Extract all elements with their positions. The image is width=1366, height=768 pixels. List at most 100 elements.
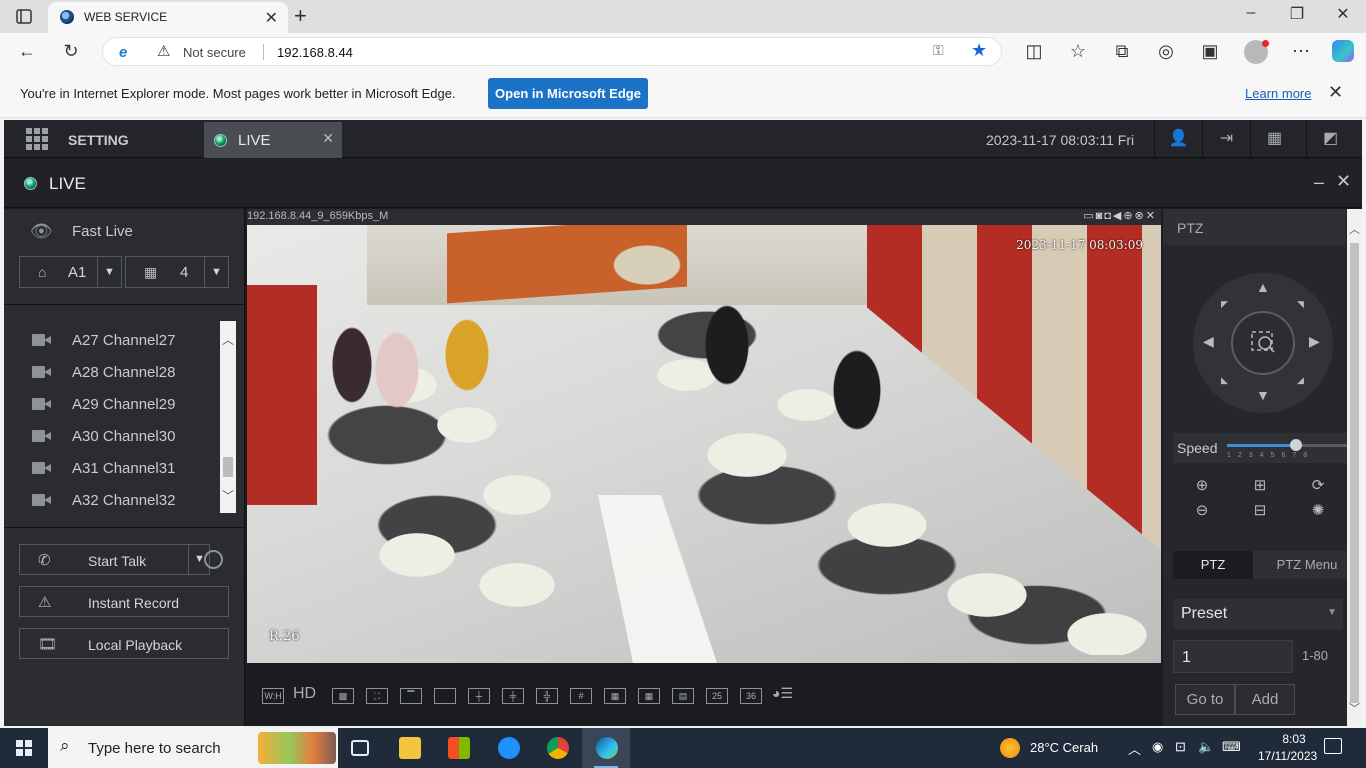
list-item[interactable]: A31 Channel31 bbox=[4, 453, 218, 485]
scroll-down-icon[interactable]: ﹀ bbox=[1349, 700, 1360, 716]
restore-icon[interactable]: ❐ bbox=[1274, 4, 1320, 24]
ptz-zoom-center-button[interactable] bbox=[1231, 311, 1295, 375]
minimize-icon[interactable]: – bbox=[1228, 4, 1274, 22]
setting-tab[interactable]: SETTING bbox=[68, 132, 129, 148]
chrome-icon[interactable] bbox=[533, 728, 581, 768]
add-preset-button[interactable]: Add bbox=[1235, 684, 1295, 715]
layout-8-icon[interactable]: ╬ bbox=[536, 688, 558, 704]
tab-close-icon[interactable]: ✕ bbox=[265, 8, 278, 28]
copilot-icon[interactable] bbox=[1332, 40, 1354, 62]
focus-near-icon[interactable]: ⊞ bbox=[1231, 473, 1289, 498]
split-screen-icon[interactable]: ◫ bbox=[1021, 39, 1047, 63]
tray-chevron-up-icon[interactable]: ︿ bbox=[1128, 739, 1141, 758]
live-tab[interactable]: LIVE ✕ bbox=[204, 122, 342, 158]
tab-ptz[interactable]: PTZ bbox=[1173, 551, 1253, 579]
iris-icon[interactable]: ✺ bbox=[1289, 498, 1347, 523]
favorites-icon[interactable]: ☆ bbox=[1065, 39, 1091, 63]
extensions-icon[interactable]: ▣ bbox=[1197, 39, 1223, 63]
ptz-scrollbar[interactable]: ︿ ﹀ bbox=[1347, 209, 1362, 726]
main-menu-grid-icon[interactable] bbox=[26, 128, 48, 150]
scroll-up-icon[interactable]: ︿ bbox=[1349, 221, 1360, 237]
live-video-feed[interactable]: 2023-11-17 08:03:09 R.26 bbox=[247, 225, 1161, 663]
collections-icon[interactable]: ⧉ bbox=[1109, 39, 1135, 63]
favorite-star-icon[interactable]: ★ bbox=[971, 40, 987, 61]
video-window-tools[interactable]: ▭◙◘◀⊕⊗✕ bbox=[1083, 209, 1157, 222]
list-item[interactable]: A28 Channel28 bbox=[4, 357, 218, 389]
goto-preset-button[interactable]: Go to bbox=[1175, 684, 1235, 715]
pan-down-left-icon[interactable]: ◣ bbox=[1221, 375, 1228, 386]
user-icon[interactable]: 👤 bbox=[1154, 120, 1202, 158]
clock-time[interactable]: 8:03 bbox=[1266, 732, 1322, 746]
record-tray-icon[interactable]: ◉ bbox=[1152, 739, 1163, 755]
start-talk-button[interactable]: ✆ Start Talk ▼ bbox=[19, 544, 210, 575]
refresh-icon[interactable]: ↻ bbox=[58, 39, 84, 63]
pan-right-icon[interactable]: ▶ bbox=[1309, 333, 1320, 350]
rotate-icon[interactable]: ⟳ bbox=[1289, 473, 1347, 498]
layout-4-icon[interactable]: ┼ bbox=[468, 688, 490, 704]
focus-far-icon[interactable]: ⊟ bbox=[1231, 498, 1289, 523]
learn-more-link[interactable]: Learn more bbox=[1245, 86, 1311, 101]
live-minimize-icon[interactable]: – bbox=[1314, 172, 1324, 193]
not-secure-label[interactable]: Not secure bbox=[183, 45, 246, 60]
speed-slider[interactable] bbox=[1227, 439, 1347, 451]
pan-up-right-icon[interactable]: ◥ bbox=[1297, 299, 1304, 310]
fast-live-toggle[interactable]: Fast Live bbox=[72, 223, 133, 240]
taskbar-search-box[interactable]: ⌕ Type here to search bbox=[48, 728, 338, 768]
chevron-down-icon[interactable]: ▼ bbox=[97, 257, 121, 287]
layout-1-icon[interactable] bbox=[434, 688, 456, 704]
key-icon[interactable]: ⚿ bbox=[933, 42, 944, 59]
pan-up-left-icon[interactable]: ◤ bbox=[1221, 299, 1228, 310]
tab-actions-icon[interactable] bbox=[12, 7, 36, 27]
notification-center-icon[interactable] bbox=[1324, 738, 1342, 754]
qr-code-icon[interactable]: ▦ bbox=[1250, 120, 1298, 158]
layout-13-icon[interactable]: ▦ bbox=[604, 688, 626, 704]
layout-16-icon[interactable]: ▦ bbox=[638, 688, 660, 704]
weather-text[interactable]: 28°C Cerah bbox=[1030, 740, 1098, 755]
list-item[interactable]: A32 Channel32 bbox=[4, 485, 218, 517]
pan-up-icon[interactable]: ▲ bbox=[1256, 279, 1270, 295]
preset-select[interactable]: Preset ▼ bbox=[1173, 599, 1343, 629]
open-in-edge-button[interactable]: Open in Microsoft Edge bbox=[488, 78, 648, 109]
pan-down-right-icon[interactable]: ◢ bbox=[1297, 375, 1304, 386]
url-text[interactable]: 192.168.8.44 bbox=[277, 45, 353, 60]
new-tab-icon[interactable]: + bbox=[294, 3, 307, 29]
scrollbar-thumb[interactable] bbox=[223, 457, 233, 477]
local-playback-button[interactable]: 🎞 Local Playback bbox=[19, 628, 229, 659]
task-view-icon[interactable] bbox=[336, 728, 384, 768]
instant-record-button[interactable]: ⚠ Instant Record bbox=[19, 586, 229, 617]
zoom-in-icon[interactable]: ⊕ bbox=[1173, 473, 1231, 498]
pan-down-icon[interactable]: ▼ bbox=[1256, 387, 1270, 403]
live-tab-close-icon[interactable]: ✕ bbox=[322, 130, 334, 147]
infobar-close-icon[interactable]: ✕ bbox=[1328, 82, 1343, 103]
fullscreen-icon[interactable]: ⛶ bbox=[366, 688, 388, 704]
browser-essentials-icon[interactable]: ◎ bbox=[1153, 39, 1179, 63]
aspect-ratio-button[interactable]: W:H bbox=[262, 688, 284, 704]
talk-status-indicator[interactable] bbox=[204, 550, 223, 569]
list-item[interactable]: A27 Channel27 bbox=[4, 325, 218, 357]
volume-icon[interactable]: 🔈 bbox=[1198, 739, 1214, 755]
layout-1-header-icon[interactable]: ▔ bbox=[400, 688, 422, 704]
hd-button[interactable]: HD bbox=[293, 685, 316, 703]
file-explorer-icon[interactable] bbox=[385, 728, 433, 768]
list-item[interactable]: A30 Channel30 bbox=[4, 421, 218, 453]
list-item[interactable]: A29 Channel29 bbox=[4, 389, 218, 421]
edge-icon[interactable] bbox=[582, 728, 630, 768]
custom-layout-icon[interactable]: ◕☰ bbox=[772, 685, 793, 702]
pan-left-icon[interactable]: ◀ bbox=[1203, 333, 1214, 350]
layout-25-button[interactable]: 25 bbox=[706, 688, 728, 704]
layout-9-icon[interactable]: # bbox=[570, 688, 592, 704]
window-close-icon[interactable]: ✕ bbox=[1320, 4, 1366, 24]
scroll-up-icon[interactable]: ︿ bbox=[220, 331, 236, 347]
input-method-icon[interactable]: ⌨ bbox=[1222, 739, 1241, 755]
channel-group-select[interactable]: ⌂ A1 ▼ bbox=[19, 256, 122, 288]
channel-list-scrollbar[interactable]: ︿ ﹀ bbox=[220, 321, 236, 513]
preset-number-input[interactable]: 1 bbox=[1173, 640, 1293, 673]
more-menu-icon[interactable]: ⋯ bbox=[1288, 39, 1314, 63]
ie-mode-icon[interactable]: e bbox=[119, 44, 127, 61]
layout-36-button[interactable]: 36 bbox=[740, 688, 762, 704]
microsoft-store-icon[interactable] bbox=[434, 728, 482, 768]
chevron-down-icon[interactable]: ▼ bbox=[204, 257, 228, 287]
speed-slider-knob[interactable] bbox=[1289, 439, 1302, 451]
clock-date[interactable]: 17/11/2023 bbox=[1258, 749, 1317, 763]
back-icon[interactable]: ← bbox=[14, 39, 40, 63]
